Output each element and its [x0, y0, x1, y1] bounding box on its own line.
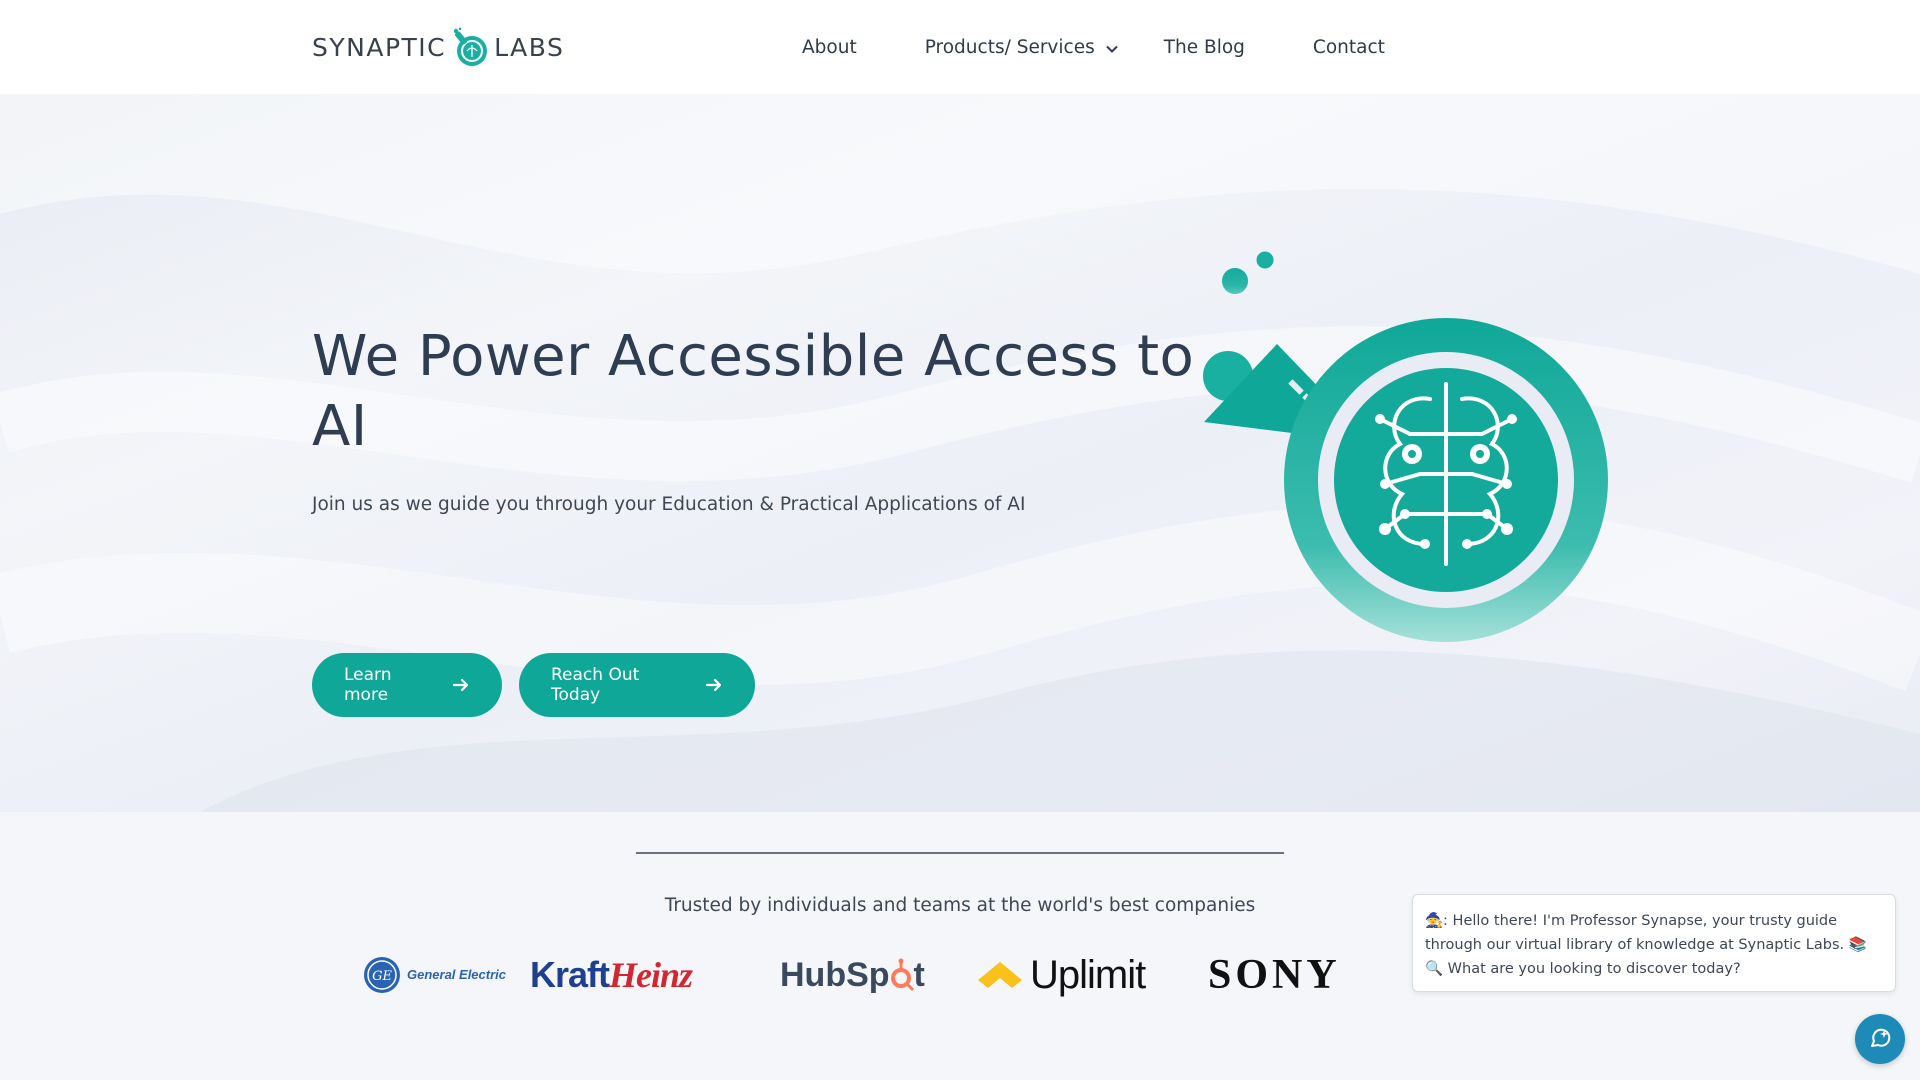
hero-section: We Power Accessible Access to AI Join us…	[0, 94, 1920, 812]
learn-more-button[interactable]: Learn more	[312, 653, 502, 717]
nav-products-label: Products/ Services	[924, 36, 1095, 58]
flask-logo-icon	[450, 27, 490, 67]
chat-greeting-text: 🧙: Hello there! I'm Professor Synapse, y…	[1425, 913, 1867, 977]
site-header: SYNAPTIC LABS About Products/ Services T…	[0, 0, 1920, 94]
ge-logo-text: General Electric	[407, 967, 506, 982]
nav-products-services[interactable]: Products/ Services	[925, 37, 1119, 58]
nav-contact-label: Contact	[1312, 36, 1385, 58]
hero-title: We Power Accessible Access to AI	[312, 324, 1195, 459]
learn-more-label: Learn more	[344, 665, 392, 705]
logo-text-right: LABS	[494, 32, 565, 62]
flask-brain-illustration	[1203, 251, 1608, 642]
sony-logo: SONY	[1208, 945, 1341, 1005]
nav-about-label: About	[802, 36, 857, 58]
chat-icon	[1871, 1028, 1891, 1047]
uplimit-logo-text: Uplimit	[1030, 952, 1146, 997]
section-divider	[636, 852, 1284, 854]
nav-contact[interactable]: Contact	[1313, 37, 1385, 58]
nav-about[interactable]: About	[802, 37, 857, 58]
chat-greeting-bubble[interactable]: 🧙: Hello there! I'm Professor Synapse, y…	[1412, 894, 1896, 992]
reach-out-button[interactable]: Reach Out Today	[519, 653, 755, 717]
ge-logo: GE General Electric	[362, 945, 506, 1005]
logo-text-left: SYNAPTIC	[312, 32, 447, 62]
main-nav: About Products/ Services The Blog Contac…	[790, 0, 1385, 94]
arrow-right-icon	[452, 676, 470, 694]
arrow-right-icon	[705, 676, 723, 694]
logo[interactable]: SYNAPTIC LABS	[312, 20, 564, 74]
hero-subtitle: Join us as we guide you through your Edu…	[312, 494, 1026, 515]
kraftheinz-logo: Kraft Heinz	[530, 954, 693, 995]
reach-out-label: Reach Out Today	[551, 665, 640, 705]
nav-blog-label: The Blog	[1163, 36, 1245, 58]
hubspot-logo: HubSp t	[780, 955, 925, 994]
svg-text:GE: GE	[372, 969, 392, 984]
sony-logo-text: SONY	[1208, 952, 1341, 998]
uplimit-logo: Uplimit	[976, 945, 1146, 1005]
chevron-down-icon	[1105, 40, 1119, 54]
nav-blog[interactable]: The Blog	[1164, 37, 1245, 58]
chat-launcher-button[interactable]	[1855, 1014, 1905, 1064]
